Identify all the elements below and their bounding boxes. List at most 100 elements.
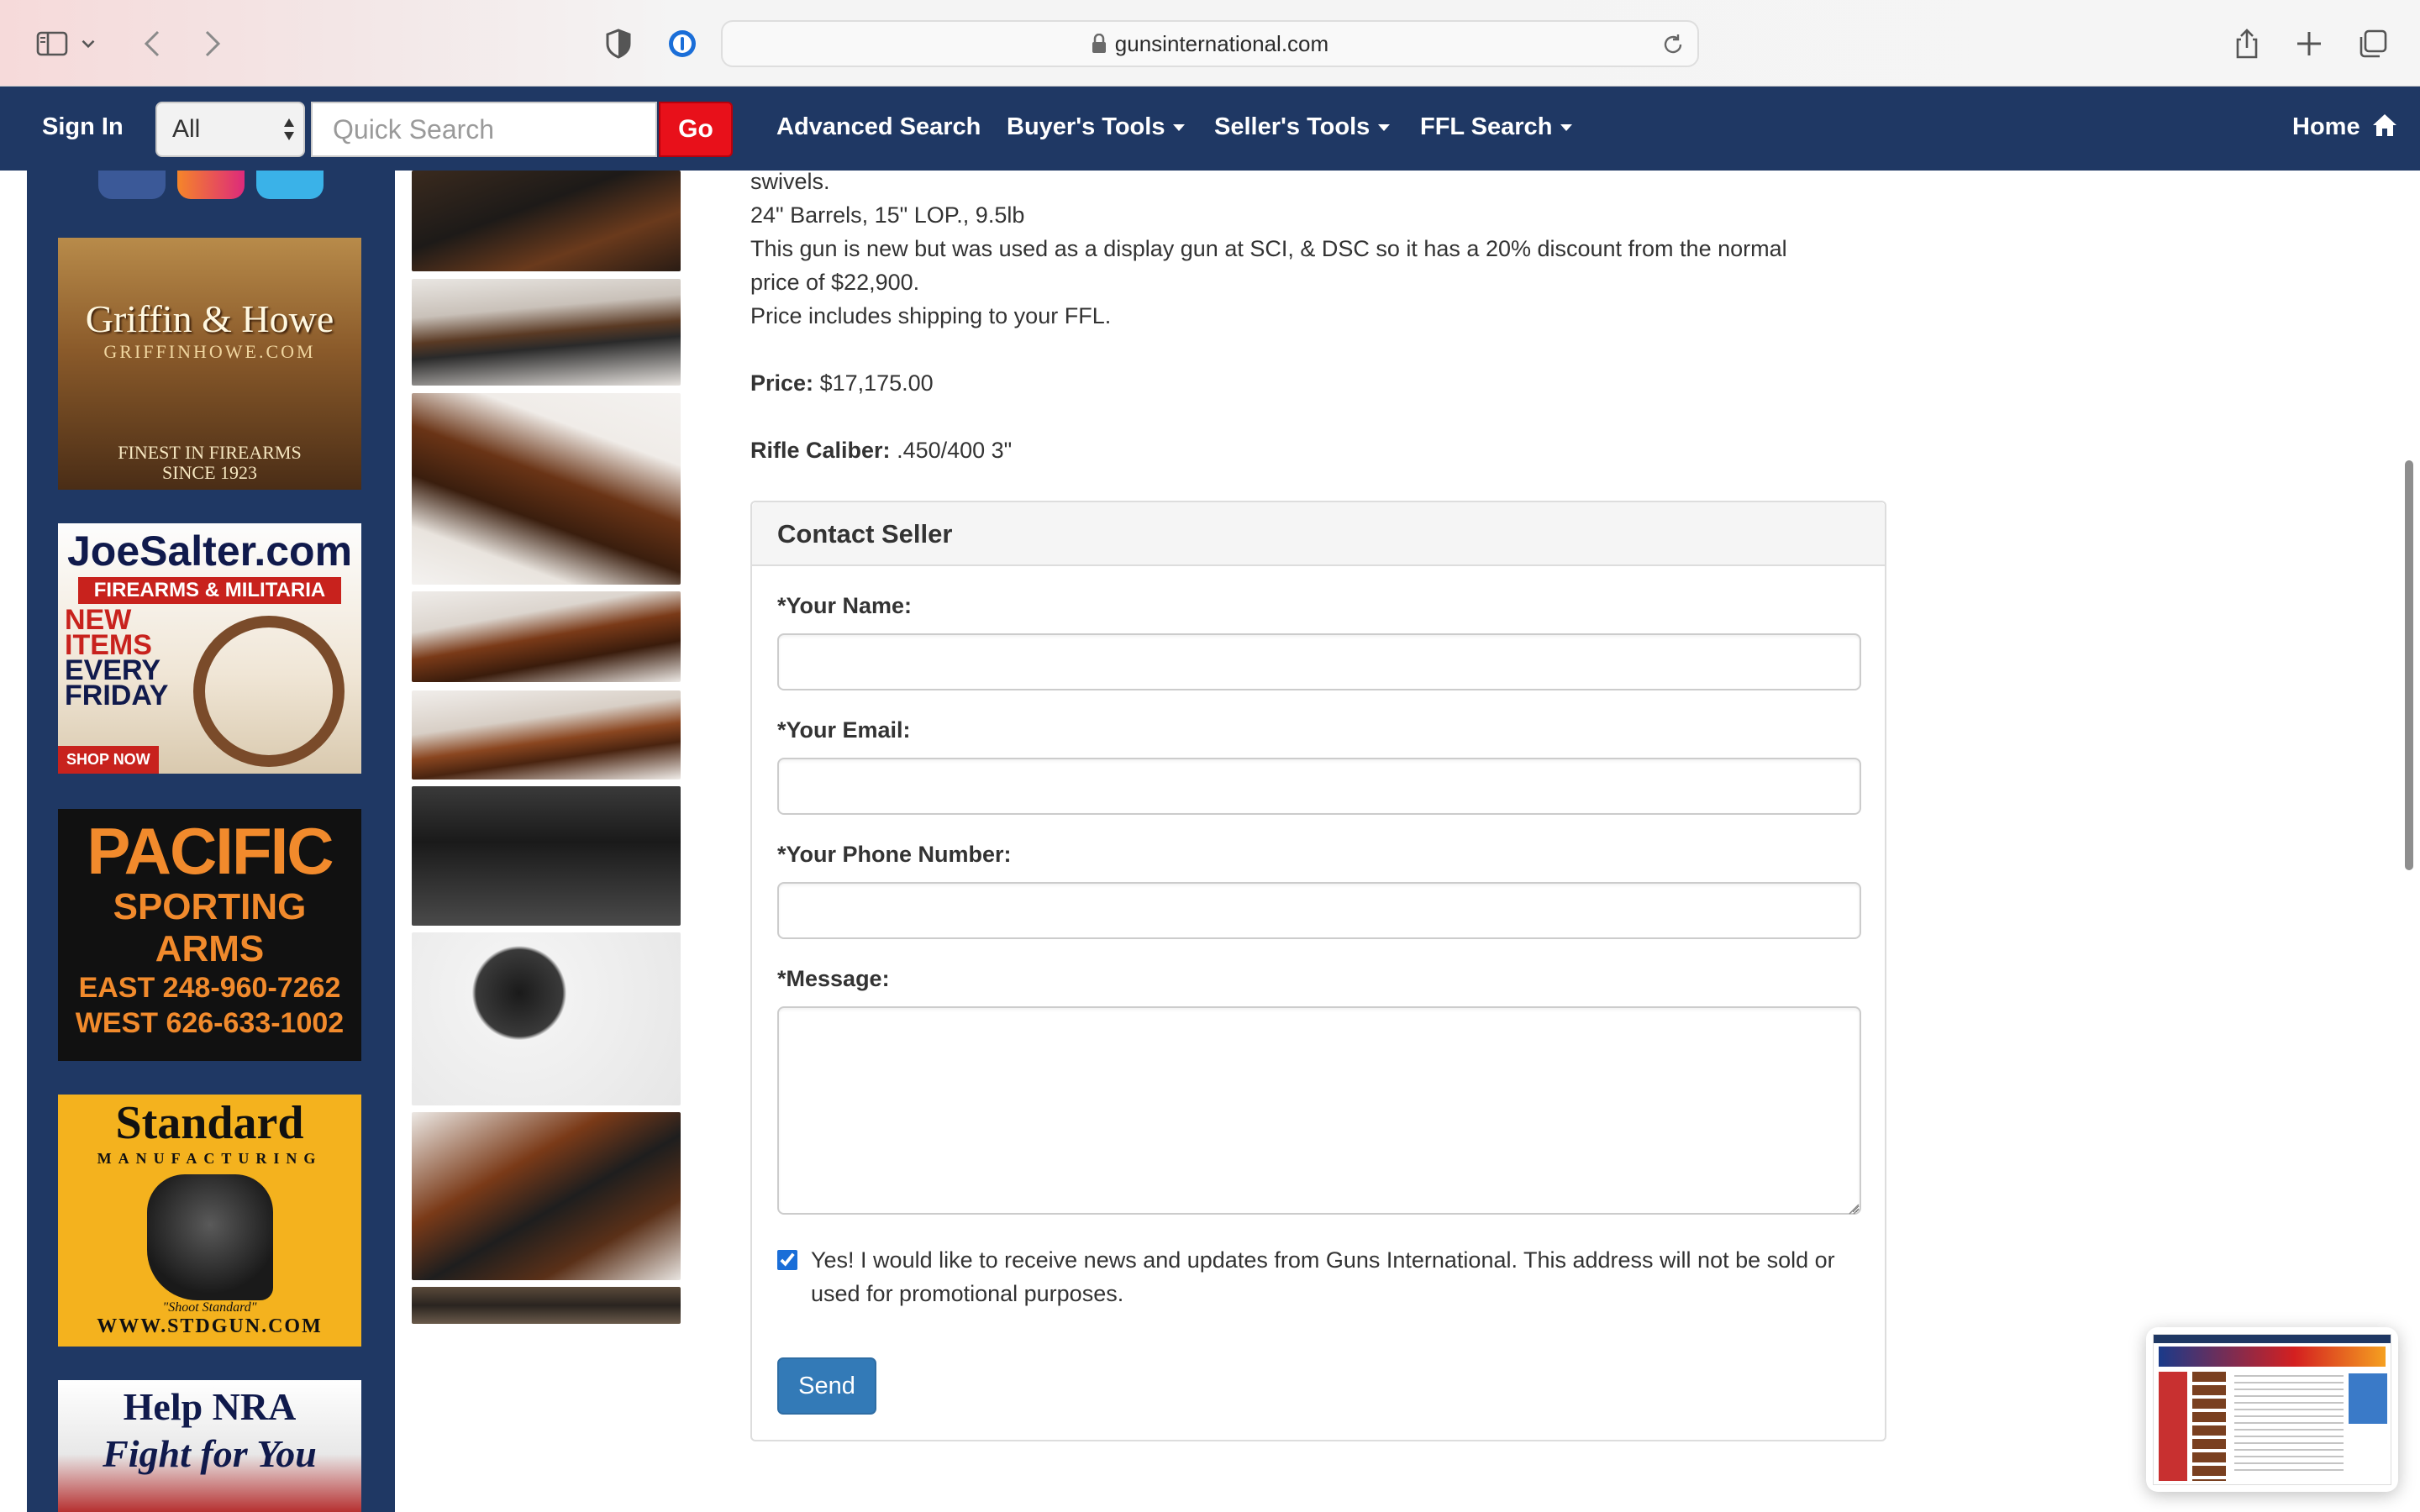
phone-label: *Your Phone Number: (777, 842, 1012, 867)
back-icon[interactable] (133, 24, 173, 64)
facebook-icon[interactable] (98, 171, 166, 199)
price-row: Price: $17,175.00 (750, 366, 1927, 400)
ad-site: GRIFFINHOWE.COM (103, 341, 316, 362)
ad-tagline-line: SINCE 1923 (161, 462, 258, 483)
password-manager-icon[interactable] (662, 24, 702, 64)
phone-input[interactable] (777, 882, 1861, 939)
gallery-thumbnail[interactable] (412, 1112, 681, 1280)
message-label: *Message: (777, 966, 890, 991)
ad-new-line: FRIDAY (65, 680, 169, 711)
gallery-thumbnail[interactable] (412, 171, 681, 271)
email-input[interactable] (777, 758, 1861, 815)
ad-phone-west: WEST 626-633-1002 (75, 1007, 345, 1039)
ad-sidebar: Griffin & Howe GRIFFINHOWE.COM FINEST IN… (27, 171, 395, 1512)
share-icon[interactable] (2227, 24, 2267, 64)
ad-pacific-sporting-arms[interactable]: PACIFIC SPORTING ARMS EAST 248-960-7262 … (58, 809, 361, 1061)
instagram-icon[interactable] (177, 171, 245, 199)
ad-subtitle: SPORTING ARMS (113, 886, 307, 969)
preview-thumbnails (2192, 1372, 2226, 1481)
ad-url: WWW.STDGUN.COM (97, 1315, 323, 1337)
home-link[interactable]: Home (2292, 113, 2397, 141)
reload-icon[interactable] (1660, 32, 1686, 57)
gallery-thumbnail[interactable] (412, 690, 681, 780)
ad-title: JoeSalter.com (66, 528, 353, 575)
listing-line: price of $22,900. (750, 270, 920, 295)
sellers-tools-label: Seller's Tools (1214, 113, 1370, 140)
browser-toolbar: gunsinternational.com (0, 0, 2420, 87)
forward-icon[interactable] (192, 24, 232, 64)
gallery-thumbnail[interactable] (412, 786, 681, 926)
ad-tagline: "Shoot Standard" (162, 1300, 257, 1315)
revolver-image (146, 1174, 273, 1300)
ad-title-line: Fight for You (103, 1432, 317, 1475)
privacy-shield-icon[interactable] (598, 24, 639, 64)
gallery-thumbnail[interactable] (412, 591, 681, 682)
ad-phone-east: EAST 248-960-7262 (78, 972, 341, 1004)
name-input[interactable] (777, 633, 1861, 690)
address-bar[interactable]: gunsinternational.com (721, 20, 1699, 67)
site-navbar: Sign In All Go Advanced Search Buyer's T… (0, 87, 2420, 171)
ad-tagline: FINEST IN FIREARMS SINCE 1923 (58, 443, 361, 483)
twitter-icon[interactable] (256, 171, 324, 199)
buyers-tools-label: Buyer's Tools (1007, 113, 1165, 140)
ad-band: FIREARMS & MILITARIA (78, 577, 341, 604)
chevron-down-icon[interactable] (77, 24, 99, 64)
lock-icon (1092, 34, 1106, 53)
listing-line: swivels. (750, 169, 830, 194)
gallery-thumbnail[interactable] (412, 932, 681, 1105)
contact-seller-panel: Contact Seller *Your Name: *Your Email: … (750, 501, 1886, 1441)
gallery-thumbnail[interactable] (412, 279, 681, 386)
search-category-select[interactable]: All (155, 102, 305, 157)
gallery-thumbnail[interactable] (412, 1287, 681, 1324)
ad-title: PACIFIC (87, 814, 334, 888)
tabs-overview-icon[interactable] (2353, 24, 2393, 64)
newsletter-opt-in-checkbox[interactable] (777, 1250, 797, 1270)
price-label: Price: (750, 370, 814, 396)
url-text: gunsinternational.com (1114, 30, 1329, 56)
ad-subtitle: MANUFACTURING (97, 1150, 323, 1167)
newsletter-opt-in-label[interactable]: Yes! I would like to receive news and up… (811, 1243, 1870, 1310)
ad-tagline-line: FINEST IN FIREARMS (118, 442, 302, 463)
preview-side-box (2349, 1373, 2387, 1424)
ad-nra[interactable]: Help NRA Fight for You (58, 1380, 361, 1512)
ffl-search-menu[interactable]: FFL Search (1420, 113, 1573, 141)
preview-sidebar (2159, 1372, 2187, 1481)
listing-line: This gun is new but was used as a displa… (750, 236, 1787, 261)
ad-standard-manufacturing[interactable]: Standard MANUFACTURING "Shoot Standard" … (58, 1095, 361, 1347)
caret-down-icon (1173, 124, 1186, 132)
ad-title-line: Help NRA (123, 1385, 297, 1428)
quick-search-input[interactable] (311, 102, 657, 157)
ad-title: Griffin & Howe (85, 297, 334, 340)
page-preview-thumbnail[interactable] (2146, 1327, 2398, 1492)
home-label: Home (2292, 113, 2360, 140)
send-button[interactable]: Send (777, 1357, 876, 1415)
listing-line: Price includes shipping to your FFL. (750, 303, 1112, 328)
sellers-tools-menu[interactable]: Seller's Tools (1214, 113, 1391, 141)
preview-banner (2159, 1347, 2386, 1367)
cannon-wheel-image (193, 616, 345, 767)
resize-grip-icon[interactable] (1846, 1201, 1860, 1215)
email-label: *Your Email: (777, 717, 911, 743)
search-category-value: All (172, 115, 201, 143)
gallery-thumbnail[interactable] (412, 393, 681, 585)
name-label: *Your Name: (777, 593, 913, 618)
go-button[interactable]: Go (659, 102, 733, 157)
page-scrollbar[interactable] (2405, 460, 2413, 870)
buyers-tools-menu[interactable]: Buyer's Tools (1007, 113, 1186, 141)
advanced-search-link[interactable]: Advanced Search (776, 113, 981, 141)
home-icon (2372, 114, 2396, 136)
ad-title: Standard (115, 1097, 304, 1149)
ad-new-items: NEW ITEMS EVERY FRIDAY (65, 606, 169, 711)
sidebar-icon[interactable] (32, 24, 72, 64)
preview-text (2234, 1375, 2344, 1476)
ad-griffin-howe[interactable]: Griffin & Howe GRIFFINHOWE.COM FINEST IN… (58, 238, 361, 490)
ffl-search-label: FFL Search (1420, 113, 1553, 140)
caliber-label: Rifle Caliber: (750, 438, 891, 463)
new-tab-icon[interactable] (2289, 24, 2329, 64)
price-value: $17,175.00 (819, 370, 934, 396)
ad-joe-salter[interactable]: JoeSalter.com FIREARMS & MILITARIA NEW I… (58, 523, 361, 774)
message-textarea[interactable] (777, 1006, 1861, 1215)
sign-in-link[interactable]: Sign In (42, 113, 124, 141)
caliber-value: .450/400 3" (897, 438, 1013, 463)
select-arrows-icon (284, 118, 294, 140)
